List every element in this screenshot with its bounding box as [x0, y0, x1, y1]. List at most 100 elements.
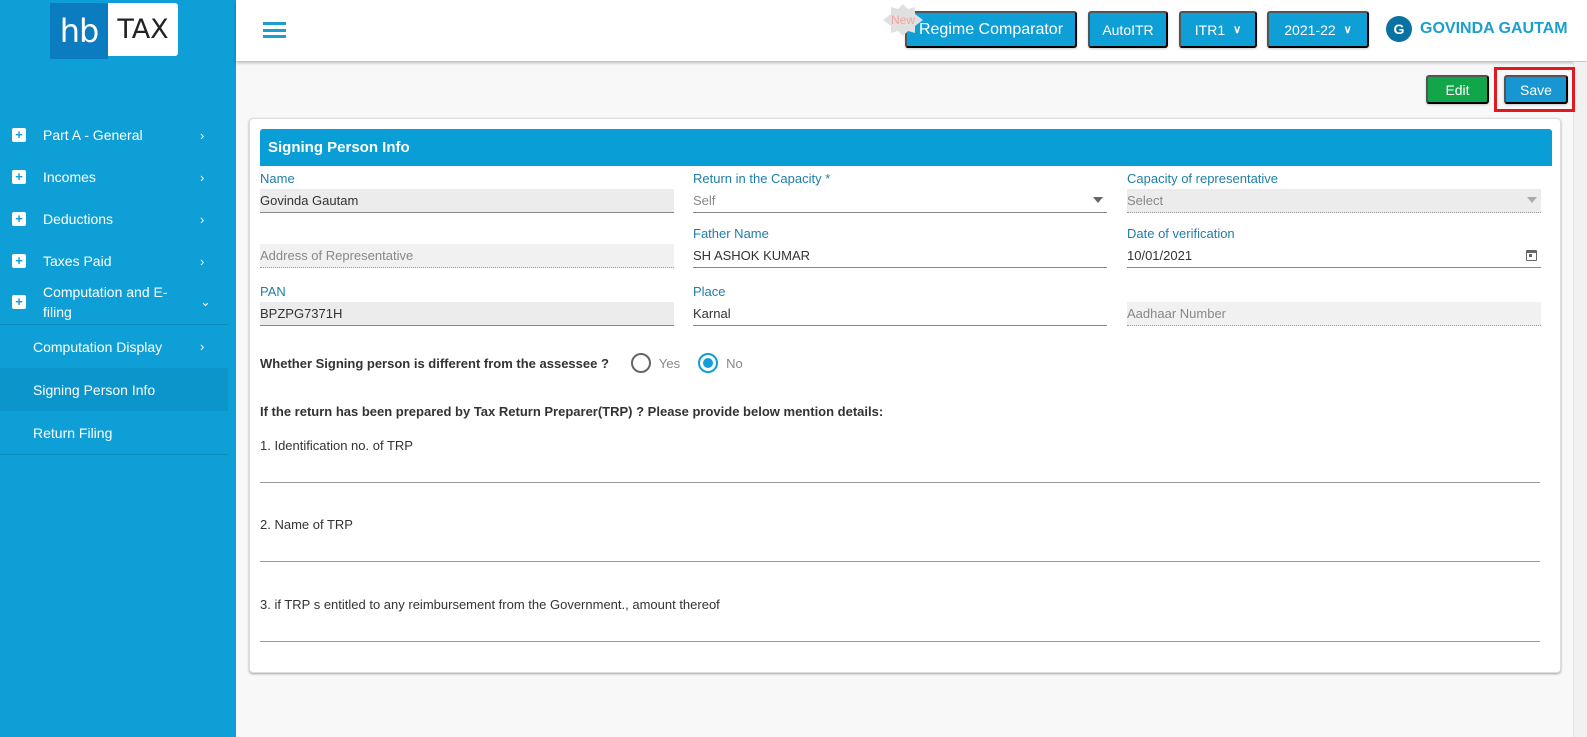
- trp-identification-label: 1. Identification no. of TRP: [260, 438, 413, 453]
- year-select[interactable]: 2021-22 ∨: [1267, 11, 1369, 48]
- trp-note: If the return has been prepared by Tax R…: [260, 404, 884, 419]
- signing-person-card: Signing Person Info Name Govinda Gautam …: [249, 118, 1561, 673]
- date-field: Date of verification 10/01/2021: [1127, 226, 1541, 268]
- expand-icon: +: [12, 295, 26, 309]
- trp-reimbursement-input[interactable]: [260, 612, 1540, 642]
- dropdown-arrow-icon: [1527, 197, 1537, 203]
- date-input-value: 10/01/2021: [1127, 248, 1193, 263]
- sidebar: hb TAX + Part A - General › + Incomes › …: [0, 0, 236, 737]
- sidebar-subitem-label: Return Filing: [33, 424, 113, 441]
- logo-tax: TAX: [108, 3, 178, 56]
- edit-label: Edit: [1445, 81, 1470, 98]
- sidebar-item-taxes-paid[interactable]: + Taxes Paid ›: [0, 240, 236, 282]
- expand-icon: +: [12, 170, 26, 184]
- sidebar-item-part-a-general[interactable]: + Part A - General ›: [0, 114, 236, 156]
- radio-yes[interactable]: Yes: [630, 353, 680, 373]
- itr-select-value: ITR1: [1194, 21, 1226, 38]
- sidebar-item-label: Deductions: [43, 211, 114, 227]
- card-title: Signing Person Info: [260, 129, 1552, 166]
- sidebar-item-incomes[interactable]: + Incomes ›: [0, 156, 236, 198]
- menu-icon[interactable]: [263, 22, 286, 38]
- new-badge-label: New: [890, 13, 915, 27]
- sidebar-subitem-label: Signing Person Info: [33, 381, 156, 398]
- chevron-right-icon: ›: [200, 127, 205, 143]
- sidebar-subitem-signing-person-info[interactable]: Signing Person Info: [0, 368, 228, 411]
- scrollbar[interactable]: [1573, 62, 1587, 737]
- itr-select[interactable]: ITR1 ∨: [1179, 11, 1257, 48]
- chevron-right-icon: ›: [200, 169, 205, 185]
- pan-label: PAN: [260, 284, 286, 299]
- regime-comparator-label: Regime Comparator: [918, 20, 1064, 38]
- sidebar-subitem-label: Computation Display: [33, 338, 163, 355]
- sidebar-item-label: Computation and E-filing: [43, 284, 168, 320]
- trp-identification-input[interactable]: [260, 453, 1540, 483]
- address-label: [260, 226, 674, 244]
- trp-name-label: 2. Name of TRP: [260, 517, 353, 532]
- radio-no[interactable]: No: [698, 353, 743, 373]
- father-name-label: Father Name: [693, 226, 769, 241]
- name-input[interactable]: Govinda Gautam: [260, 189, 674, 213]
- expand-icon: +: [12, 254, 26, 268]
- trp-name-input[interactable]: [260, 532, 1540, 562]
- expand-icon: +: [12, 128, 26, 142]
- father-name-field: Father Name SH ASHOK KUMAR: [693, 226, 1107, 268]
- expand-icon: +: [12, 212, 26, 226]
- rep-capacity-field: Capacity of representative Select: [1127, 171, 1541, 213]
- avatar: G: [1386, 16, 1412, 42]
- pan-field: PAN BPZPG7371H: [260, 284, 674, 326]
- sidebar-subitem-return-filing[interactable]: Return Filing: [0, 411, 228, 454]
- father-name-input[interactable]: SH ASHOK KUMAR: [693, 244, 1107, 268]
- trp-reimbursement-field: 3. if TRP s entitled to any reimbursemen…: [260, 597, 1540, 642]
- date-input[interactable]: 10/01/2021: [1127, 244, 1541, 268]
- chevron-right-icon: ›: [200, 211, 205, 227]
- logo[interactable]: hb TAX: [50, 3, 178, 59]
- trp-name-field: 2. Name of TRP: [260, 517, 1540, 562]
- divider: [0, 454, 228, 455]
- radio-no-label: No: [726, 355, 743, 371]
- year-select-value: 2021-22: [1284, 21, 1336, 38]
- pan-input[interactable]: BPZPG7371H: [260, 302, 674, 326]
- capacity-field: Return in the Capacity * Self: [693, 171, 1107, 213]
- signing-person-question: Whether Signing person is different from…: [260, 353, 743, 373]
- edit-button[interactable]: Edit: [1426, 75, 1489, 104]
- autoitr-button[interactable]: AutoITR: [1088, 11, 1168, 48]
- sidebar-item-deductions[interactable]: + Deductions ›: [0, 198, 236, 240]
- regime-comparator-button[interactable]: Regime Comparator: [905, 11, 1077, 48]
- trp-identification-field: 1. Identification no. of TRP: [260, 438, 1540, 483]
- chevron-down-icon: ∨: [1233, 24, 1242, 36]
- sidebar-item-computation-efiling[interactable]: + Computation and E-filing ⌄: [0, 282, 236, 322]
- radio-circle: [630, 353, 651, 373]
- name-field: Name Govinda Gautam: [260, 171, 674, 213]
- user-name: GOVINDA GAUTAM: [1420, 20, 1568, 37]
- chevron-down-icon: ⌄: [200, 294, 211, 309]
- calendar-icon[interactable]: [1526, 250, 1537, 261]
- chevron-right-icon: ›: [200, 339, 205, 354]
- topbar: Regime Comparator New AutoITR ITR1 ∨ 202…: [236, 0, 1587, 61]
- aadhaar-input[interactable]: Aadhaar Number: [1127, 302, 1541, 326]
- capacity-select[interactable]: Self: [693, 189, 1107, 213]
- new-badge: New: [883, 4, 923, 36]
- user-menu[interactable]: G GOVINDA GAUTAM: [1386, 16, 1568, 42]
- sidebar-subitem-computation-display[interactable]: Computation Display ›: [0, 325, 228, 368]
- autoitr-label: AutoITR: [1102, 21, 1154, 38]
- radio-circle-checked: [698, 353, 719, 373]
- sidebar-nav: + Part A - General › + Incomes › + Deduc…: [0, 114, 236, 455]
- aadhaar-field: Aadhaar Number: [1127, 284, 1541, 326]
- address-input[interactable]: Address of Representative: [260, 244, 674, 268]
- place-field: Place Karnal: [693, 284, 1107, 326]
- place-label: Place: [693, 284, 726, 299]
- rep-capacity-select[interactable]: Select: [1127, 189, 1541, 213]
- place-input[interactable]: Karnal: [693, 302, 1107, 326]
- chevron-right-icon: ›: [200, 253, 205, 269]
- aadhaar-label: [1127, 284, 1541, 302]
- sidebar-item-label: Part A - General: [43, 127, 143, 143]
- question-label: Whether Signing person is different from…: [260, 355, 609, 371]
- capacity-select-value: Self: [693, 193, 716, 208]
- dropdown-arrow-icon: [1093, 197, 1103, 203]
- trp-reimbursement-label: 3. if TRP s entitled to any reimbursemen…: [260, 597, 720, 612]
- rep-capacity-label: Capacity of representative: [1127, 171, 1279, 186]
- highlight-box: [1494, 67, 1575, 112]
- name-label: Name: [260, 171, 295, 186]
- date-label: Date of verification: [1127, 226, 1235, 241]
- logo-hb: hb: [50, 3, 108, 59]
